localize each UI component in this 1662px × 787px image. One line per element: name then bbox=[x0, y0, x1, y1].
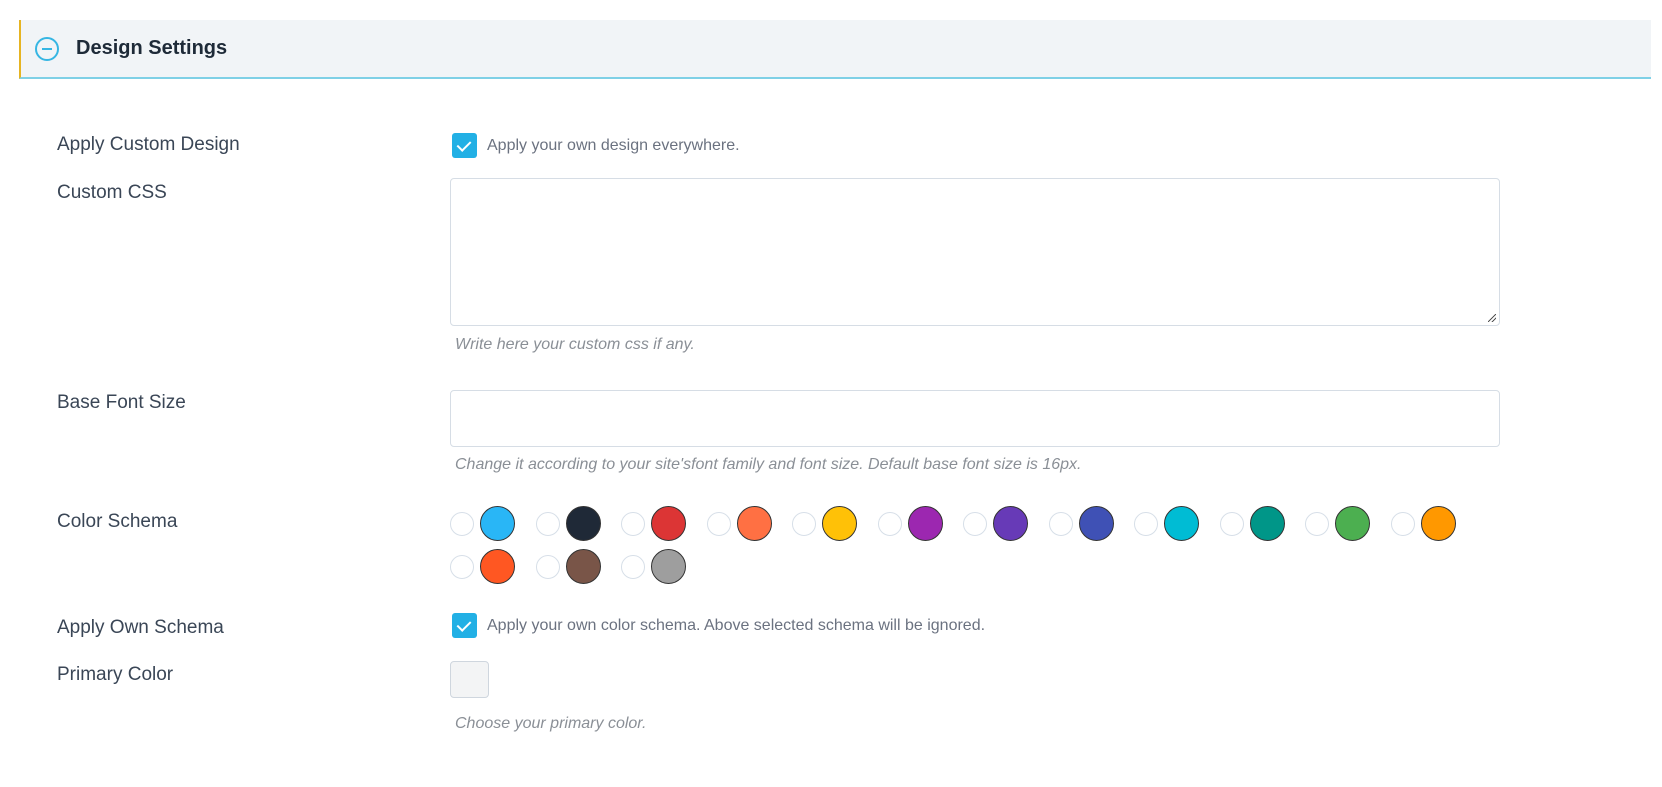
radio-button[interactable] bbox=[1134, 512, 1158, 536]
color-schema-option[interactable] bbox=[450, 549, 520, 589]
apply-own-schema-checkbox[interactable] bbox=[452, 613, 477, 638]
color-schema-option[interactable] bbox=[877, 506, 948, 546]
custom-css-help: Write here your custom css if any. bbox=[455, 336, 695, 353]
apply-custom-design-label: Apply Custom Design bbox=[57, 134, 240, 155]
color-swatch bbox=[736, 506, 772, 541]
radio-button[interactable] bbox=[1048, 512, 1073, 536]
minus-circle-icon[interactable] bbox=[35, 37, 59, 61]
custom-css-label: Custom CSS bbox=[57, 182, 167, 203]
radio-button[interactable] bbox=[1305, 512, 1329, 536]
color-schema-option[interactable] bbox=[792, 506, 862, 546]
color-swatch bbox=[565, 506, 601, 541]
color-schema-option[interactable] bbox=[1134, 506, 1204, 546]
radio-button[interactable] bbox=[450, 512, 474, 536]
radio-button[interactable] bbox=[535, 555, 560, 579]
color-schema-option[interactable] bbox=[621, 549, 691, 589]
color-swatch bbox=[651, 549, 686, 584]
base-font-size-input[interactable] bbox=[450, 390, 1500, 447]
primary-color-help: Choose your primary color. bbox=[455, 715, 647, 732]
apply-own-schema-label: Apply Own Schema bbox=[57, 617, 224, 638]
color-schema-option[interactable] bbox=[535, 549, 606, 589]
color-swatch bbox=[480, 549, 515, 584]
color-swatch bbox=[1249, 506, 1285, 541]
color-swatch bbox=[1335, 506, 1370, 541]
color-schema-option[interactable] bbox=[1305, 506, 1375, 546]
apply-own-schema-text: Apply your own color schema. Above selec… bbox=[487, 617, 986, 634]
color-schema-option[interactable] bbox=[450, 506, 520, 546]
primary-color-label: Primary Color bbox=[57, 664, 174, 685]
primary-color-picker[interactable] bbox=[450, 661, 489, 698]
color-schema-option[interactable] bbox=[706, 506, 777, 546]
apply-custom-design-text: Apply your own design everywhere. bbox=[487, 137, 740, 154]
base-font-size-label: Base Font Size bbox=[57, 392, 186, 413]
color-schema-option[interactable] bbox=[535, 506, 606, 546]
section-header-design-settings[interactable]: Design Settings bbox=[19, 20, 1651, 79]
radio-button[interactable] bbox=[706, 512, 731, 536]
color-schema-option[interactable] bbox=[1048, 506, 1119, 546]
section-title: Design Settings bbox=[76, 37, 228, 59]
color-schema-label: Color Schema bbox=[57, 511, 178, 532]
radio-button[interactable] bbox=[450, 555, 474, 579]
radio-button[interactable] bbox=[621, 555, 645, 579]
color-swatch bbox=[1164, 506, 1199, 541]
color-swatch bbox=[651, 506, 686, 541]
base-font-size-help: Change it according to your site'sfont f… bbox=[455, 456, 1082, 473]
radio-button[interactable] bbox=[1390, 512, 1415, 536]
radio-button[interactable] bbox=[963, 512, 987, 536]
color-schema-option[interactable] bbox=[1390, 506, 1461, 546]
apply-custom-design-checkbox[interactable] bbox=[452, 133, 477, 158]
color-schema-option[interactable] bbox=[963, 506, 1033, 546]
color-swatch bbox=[822, 506, 857, 541]
radio-button[interactable] bbox=[792, 512, 816, 536]
custom-css-textarea[interactable] bbox=[450, 178, 1500, 326]
color-schema-option[interactable] bbox=[1219, 506, 1290, 546]
radio-button[interactable] bbox=[621, 512, 645, 536]
radio-button[interactable] bbox=[877, 512, 902, 536]
color-schema-option[interactable] bbox=[621, 506, 691, 546]
radio-button[interactable] bbox=[1219, 512, 1244, 536]
color-swatch bbox=[1078, 506, 1114, 541]
color-swatch bbox=[993, 506, 1028, 541]
color-swatch bbox=[907, 506, 943, 541]
color-swatch bbox=[1420, 506, 1456, 541]
color-swatch bbox=[565, 549, 601, 584]
resize-handle-icon[interactable] bbox=[1488, 314, 1496, 322]
color-swatch bbox=[480, 506, 515, 541]
radio-button[interactable] bbox=[535, 512, 560, 536]
